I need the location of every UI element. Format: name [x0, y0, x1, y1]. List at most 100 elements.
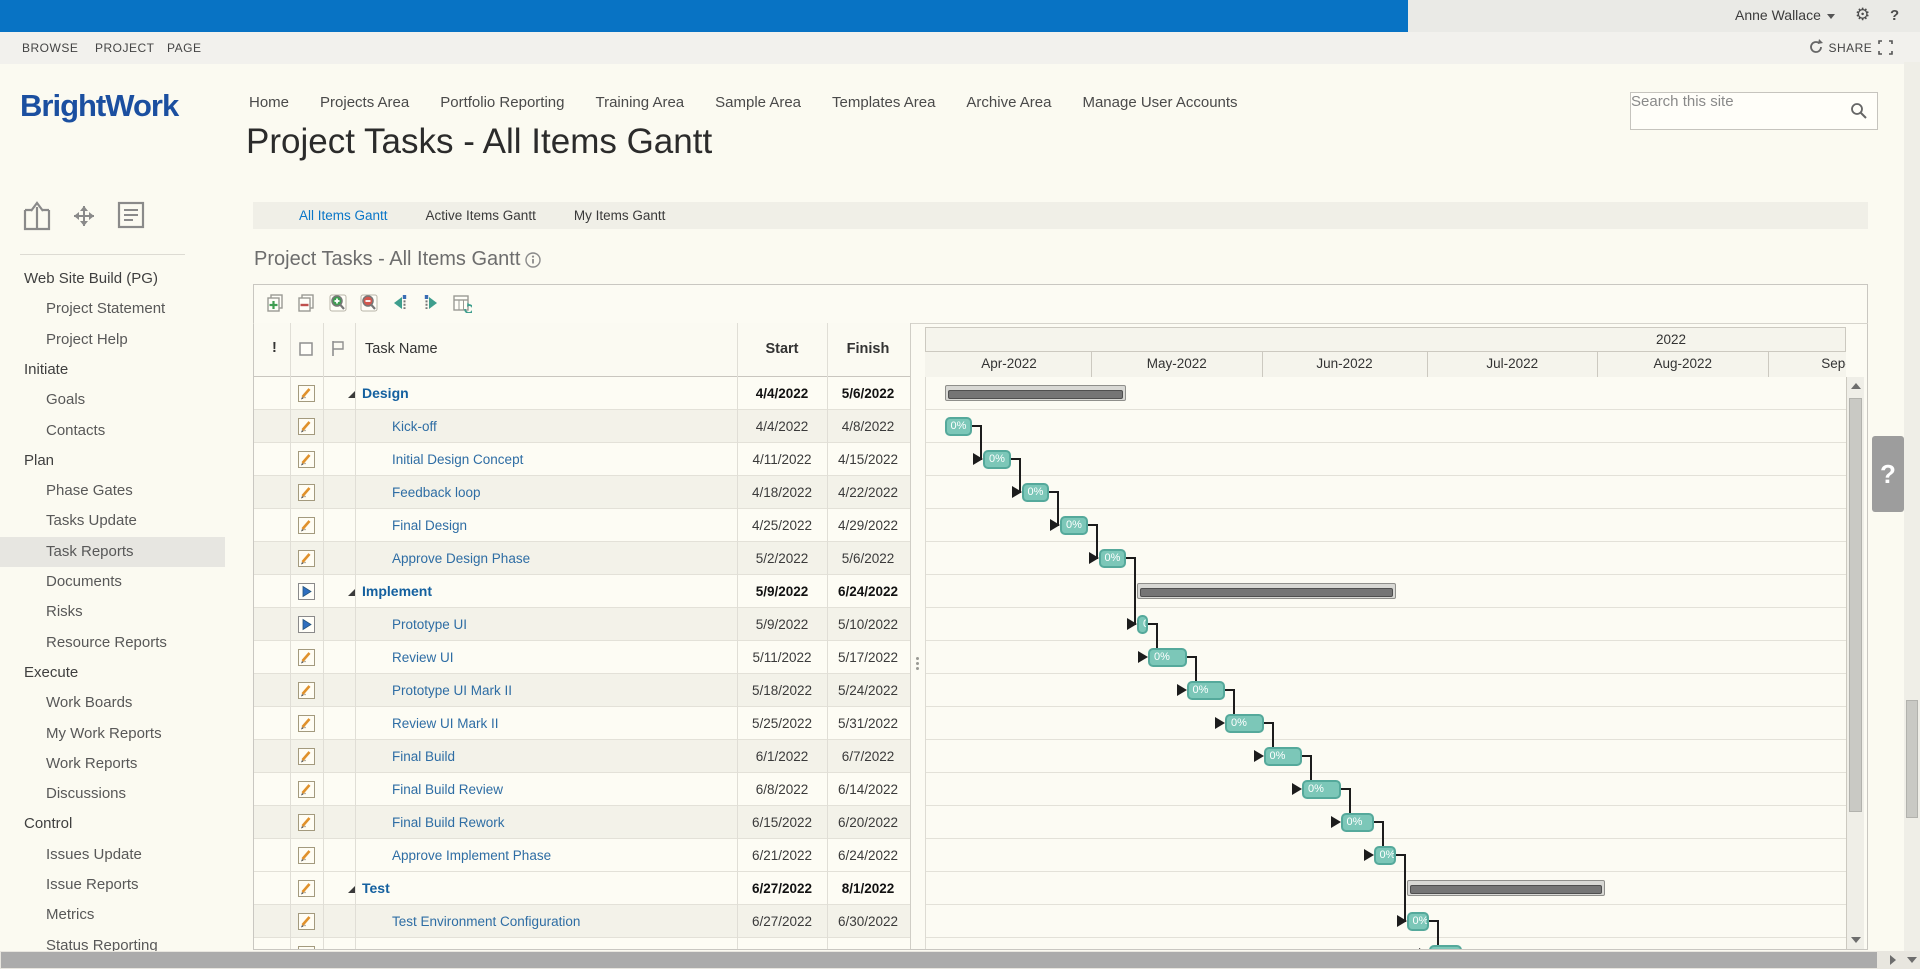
task-bar[interactable]: 0% — [1374, 846, 1396, 865]
sidebar-item-discussions[interactable]: Discussions — [0, 779, 225, 809]
scrollbar-corner[interactable] — [1904, 951, 1920, 969]
splitter-handle[interactable] — [914, 655, 920, 681]
edit-item-button[interactable] — [298, 814, 315, 831]
table-row[interactable]: Feedback loop4/18/20224/22/2022 — [254, 476, 910, 509]
table-row[interactable]: Review UI Mark II5/25/20225/31/2022 — [254, 707, 910, 740]
task-bar[interactable]: 0% — [1407, 912, 1429, 931]
table-row[interactable]: End User Review7/1/20227/6/2022 — [254, 938, 910, 949]
table-row[interactable]: Initial Design Concept4/11/20224/15/2022 — [254, 443, 910, 476]
ribbon-tab-page[interactable]: PAGE — [167, 41, 201, 55]
task-bar[interactable]: 0% — [1225, 714, 1264, 733]
sidebar-item-tasks-update[interactable]: Tasks Update — [0, 506, 225, 536]
table-row[interactable]: Kick-off4/4/20224/8/2022 — [254, 410, 910, 443]
page-horizontal-scrollbar[interactable] — [0, 951, 1904, 969]
sidebar-item-project-help[interactable]: Project Help — [0, 325, 225, 355]
collapse-all-button[interactable] — [297, 293, 318, 314]
table-row[interactable]: Test Environment Configuration6/27/20226… — [254, 905, 910, 938]
horizontal-scrollbar-thumb[interactable] — [1, 952, 1877, 968]
task-name-link[interactable]: Initial Design Concept — [392, 452, 523, 467]
nav-item-home[interactable]: Home — [249, 94, 289, 111]
sidebar-item-issues-update[interactable]: Issues Update — [0, 840, 225, 870]
edit-item-button[interactable] — [298, 715, 315, 732]
zoom-in-button[interactable] — [328, 293, 349, 314]
edit-item-button[interactable] — [298, 484, 315, 501]
scroll-to-previous-task-button[interactable] — [390, 293, 411, 314]
sidebar-item-work-boards[interactable]: Work Boards — [0, 688, 225, 718]
gantt-month-apr-2022[interactable]: Apr-2022 — [927, 352, 1092, 378]
open-item-button[interactable] — [298, 583, 315, 600]
task-name-link[interactable]: Review UI Mark II — [392, 716, 499, 731]
edit-item-button[interactable] — [298, 517, 315, 534]
nav-item-manage-user-accounts[interactable]: Manage User Accounts — [1082, 94, 1237, 111]
gantt-vertical-scrollbar[interactable] — [1846, 377, 1864, 949]
task-name-link[interactable]: Kick-off — [392, 419, 437, 434]
nav-item-training-area[interactable]: Training Area — [595, 94, 684, 111]
task-name-link[interactable]: End User Review — [392, 947, 496, 949]
share-button[interactable]: SHARE — [1808, 39, 1872, 57]
task-name-link[interactable]: Implement — [362, 583, 432, 599]
search-input[interactable]: Search this site — [1630, 92, 1878, 130]
edit-item-button[interactable] — [298, 847, 315, 864]
gantt-chart[interactable]: 0%0%0%0%0%0%0%0%0%0%0%0%0%0%0% — [925, 377, 1846, 949]
task-name-link[interactable]: Feedback loop — [392, 485, 481, 500]
edit-item-button[interactable] — [298, 649, 315, 666]
gantt-month-jul-2022[interactable]: Jul-2022 — [1428, 352, 1599, 378]
expand-all-button[interactable] — [266, 293, 287, 314]
task-name-link[interactable]: Prototype UI — [392, 617, 467, 632]
scroll-down-icon[interactable] — [1851, 937, 1861, 943]
open-item-button[interactable] — [298, 616, 315, 633]
scroll-to-next-task-button[interactable] — [421, 293, 442, 314]
table-row[interactable]: Final Build Review6/8/20226/14/2022 — [254, 773, 910, 806]
edit-item-button[interactable] — [298, 748, 315, 765]
task-name-link[interactable]: Final Build Review — [392, 782, 503, 797]
info-icon[interactable] — [525, 252, 541, 268]
sidebar-item-goals[interactable]: Goals — [0, 385, 225, 415]
edit-item-button[interactable] — [298, 385, 315, 402]
edit-item-button[interactable] — [298, 946, 315, 949]
settings-gear-icon[interactable]: ⚙ — [1855, 5, 1870, 25]
task-name-link[interactable]: Final Design — [392, 518, 467, 533]
summary-task-bar[interactable] — [945, 385, 1127, 401]
gantt-month-may-2022[interactable]: May-2022 — [1092, 352, 1263, 378]
task-bar[interactable]: 0% — [1264, 747, 1303, 766]
nav-item-archive-area[interactable]: Archive Area — [966, 94, 1051, 111]
view-tab-all-items-gantt[interactable]: All Items Gantt — [299, 208, 388, 223]
flag-column-icon[interactable] — [331, 340, 345, 357]
sidebar-item-execute[interactable]: Execute — [0, 658, 225, 688]
edit-item-button[interactable] — [298, 550, 315, 567]
sidebar-item-initiate[interactable]: Initiate — [0, 355, 225, 385]
page-scrollbar-thumb[interactable] — [1906, 700, 1918, 818]
summary-task-bar[interactable] — [1407, 880, 1605, 896]
scroll-right-icon[interactable] — [1890, 955, 1896, 965]
task-bar[interactable]: 0% — [1187, 681, 1226, 700]
task-bar[interactable]: 0% — [1022, 483, 1050, 502]
task-bar[interactable]: 0% — [1099, 549, 1127, 568]
sidebar-item-plan[interactable]: Plan — [0, 446, 225, 476]
column-header-start[interactable]: Start — [765, 341, 798, 357]
search-icon[interactable] — [1850, 102, 1867, 119]
sidebar-item-project-statement[interactable]: Project Statement — [0, 294, 225, 324]
summary-task-bar[interactable] — [1137, 583, 1396, 599]
edit-item-button[interactable] — [298, 781, 315, 798]
sidebar-item-phase-gates[interactable]: Phase Gates — [0, 476, 225, 506]
sidebar-item-control[interactable]: Control — [0, 809, 225, 839]
task-name-link[interactable]: Test Environment Configuration — [392, 914, 580, 929]
nav-item-projects-area[interactable]: Projects Area — [320, 94, 409, 111]
sidebar-item-resource-reports[interactable]: Resource Reports — [0, 628, 225, 658]
gantt-month-aug-2022[interactable]: Aug-2022 — [1598, 352, 1769, 378]
user-menu[interactable]: Anne Wallace — [1735, 7, 1835, 23]
task-bar[interactable]: 0% — [1429, 945, 1462, 949]
sidebar-item-web-site-build-pg-[interactable]: Web Site Build (PG) — [0, 264, 225, 294]
edit-item-button[interactable] — [298, 418, 315, 435]
move-reorder-button[interactable] — [68, 200, 100, 237]
sidebar-item-my-work-reports[interactable]: My Work Reports — [0, 719, 225, 749]
task-bar[interactable]: 0% — [1302, 780, 1341, 799]
zoom-out-button[interactable] — [359, 293, 380, 314]
edit-item-button[interactable] — [298, 682, 315, 699]
task-bar[interactable]: 0% — [1148, 648, 1187, 667]
task-name-link[interactable]: Approve Implement Phase — [392, 848, 551, 863]
task-name-link[interactable]: Prototype UI Mark II — [392, 683, 512, 698]
help-tab[interactable]: ? — [1872, 436, 1904, 512]
table-row[interactable]: Design4/4/20225/6/2022 — [254, 377, 910, 410]
table-row[interactable]: Review UI5/11/20225/17/2022 — [254, 641, 910, 674]
